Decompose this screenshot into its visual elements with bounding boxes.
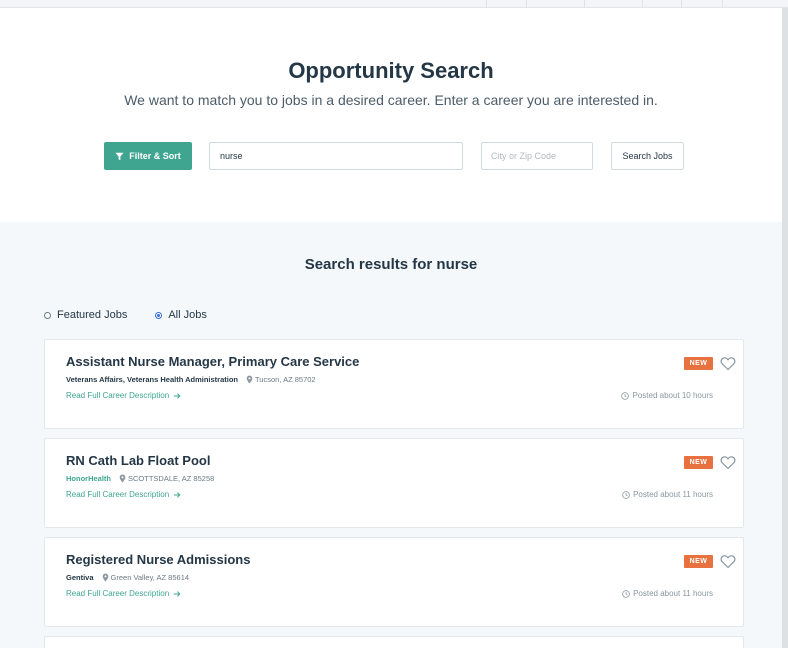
job-meta: HonorHealth SCOTTSDALE, AZ 85258	[66, 474, 214, 483]
job-meta: Gentiva Green Valley, AZ 85614	[66, 573, 189, 582]
location-input[interactable]	[481, 142, 593, 170]
company-name: Veterans Affairs, Veterans Health Admini…	[66, 375, 238, 384]
new-badge: NEW	[684, 555, 713, 568]
page-content: Opportunity Search We want to match you …	[0, 8, 782, 648]
job-meta: Veterans Affairs, Veterans Health Admini…	[66, 375, 316, 384]
read-link-label: Read Full Career Description	[66, 490, 170, 499]
radio-selected-icon	[155, 311, 163, 319]
arrow-right-icon	[173, 491, 181, 498]
top-strip-divider	[584, 0, 585, 8]
top-strip-divider	[681, 0, 682, 8]
job-title[interactable]: Assistant Nurse Manager, Primary Care Se…	[66, 354, 359, 369]
top-strip-divider	[722, 0, 723, 8]
heart-outline-icon[interactable]	[720, 554, 736, 569]
job-card[interactable]: Registered Nurse Admissions Gentiva Gree…	[44, 537, 744, 627]
read-full-description-link[interactable]: Read Full Career Description	[66, 391, 181, 400]
posted-time: Posted about 10 hours	[621, 391, 713, 400]
top-strip-divider	[526, 0, 527, 8]
featured-jobs-radio[interactable]: Featured Jobs	[44, 309, 127, 321]
map-pin-icon	[119, 474, 126, 483]
posted-time: Posted about 11 hours	[622, 490, 713, 499]
job-card[interactable]: RN Cath Lab Float Pool HonorHealth SCOTT…	[44, 438, 744, 528]
job-title[interactable]: RN Cath Lab Float Pool	[66, 453, 210, 468]
map-pin-icon	[102, 573, 108, 582]
radio-unselected-icon	[44, 311, 51, 319]
results-title: Search results for nurse	[304, 256, 478, 273]
company-name: HonorHealth	[66, 474, 111, 483]
read-full-description-link[interactable]: Read Full Career Description	[66, 490, 181, 499]
featured-jobs-label: Featured Jobs	[57, 309, 128, 321]
clock-icon	[621, 391, 630, 400]
all-jobs-radio[interactable]: All Jobs	[155, 309, 207, 321]
filter-sort-button[interactable]: Filter & Sort	[104, 142, 192, 170]
arrow-right-icon	[173, 392, 181, 399]
browser-top-strip	[0, 0, 788, 8]
job-location: SCOTTSDALE, AZ 85258	[128, 474, 215, 483]
job-location: Green Valley, AZ 85614	[110, 573, 190, 582]
clock-icon	[622, 490, 630, 499]
posted-time: Posted about 11 hours	[622, 589, 713, 598]
window-edge	[782, 8, 788, 648]
read-link-label: Read Full Career Description	[66, 391, 170, 400]
job-title[interactable]: Registered Nurse Admissions	[66, 552, 250, 567]
new-badge: NEW	[684, 357, 713, 370]
new-badge: NEW	[684, 456, 713, 469]
posted-time-label: Posted about 11 hours	[633, 589, 713, 598]
job-card-partial[interactable]	[44, 636, 744, 648]
job-type-filter: Featured Jobs All Jobs	[44, 308, 235, 322]
heart-outline-icon[interactable]	[720, 455, 736, 470]
page-subtitle: We want to match you to jobs in a desire…	[124, 92, 658, 108]
job-card[interactable]: Assistant Nurse Manager, Primary Care Se…	[44, 339, 744, 429]
posted-time-label: Posted about 10 hours	[632, 391, 713, 400]
search-jobs-button[interactable]: Search Jobs	[611, 142, 684, 170]
clock-icon	[622, 589, 630, 598]
job-location: Tucson, AZ 85702	[255, 375, 316, 384]
read-link-label: Read Full Career Description	[66, 589, 170, 598]
filter-funnel-icon	[115, 152, 124, 160]
posted-time-label: Posted about 11 hours	[633, 490, 713, 499]
read-full-description-link[interactable]: Read Full Career Description	[66, 589, 181, 598]
all-jobs-label: All Jobs	[168, 309, 207, 321]
filter-sort-label: Filter & Sort	[129, 151, 181, 161]
page-title: Opportunity Search	[288, 58, 494, 83]
career-search-input[interactable]	[209, 142, 463, 170]
heart-outline-icon[interactable]	[720, 356, 736, 371]
map-pin-icon	[246, 375, 253, 384]
top-strip-divider	[642, 0, 643, 8]
top-strip-divider	[486, 0, 487, 8]
arrow-right-icon	[173, 590, 181, 597]
search-hero: Opportunity Search We want to match you …	[0, 8, 782, 222]
company-name: Gentiva	[66, 573, 94, 582]
